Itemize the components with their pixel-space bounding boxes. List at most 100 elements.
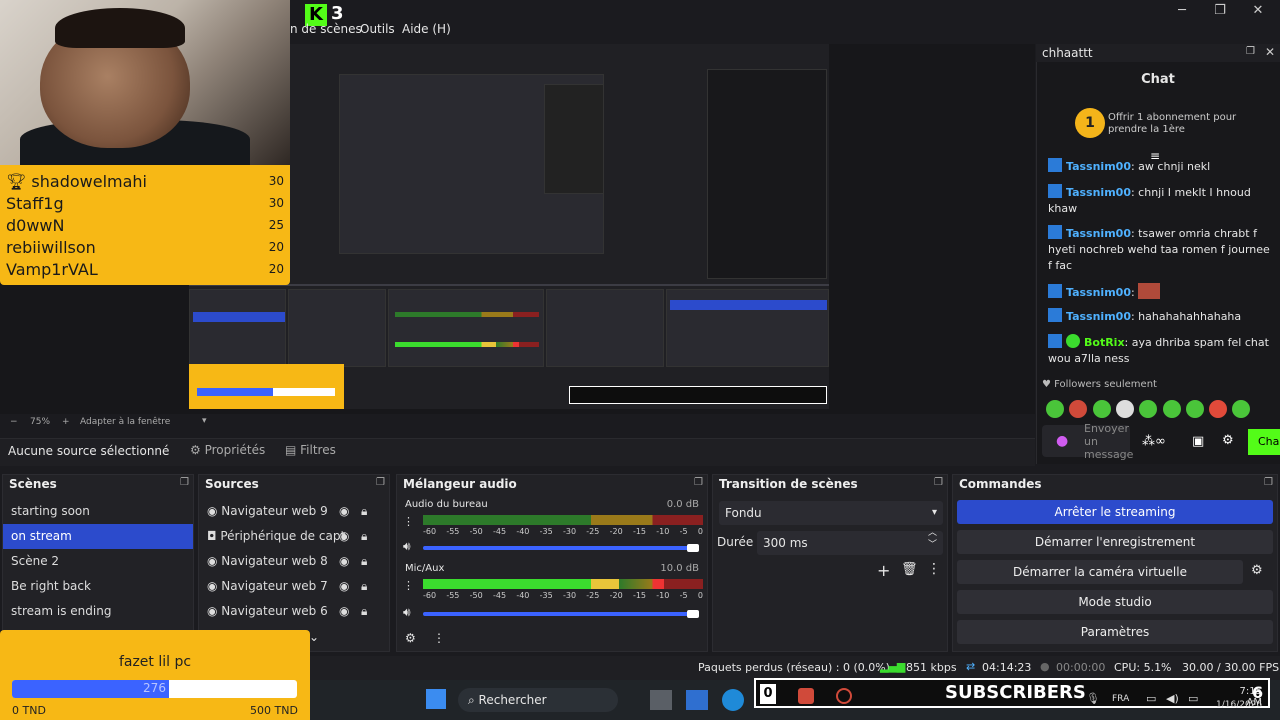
properties-button[interactable]: ⚙ Propriétés — [190, 443, 265, 457]
chat-close-icon[interactable]: ✕ — [1265, 45, 1275, 59]
link-icon[interactable]: ⚙ — [405, 631, 416, 645]
emote-icon[interactable] — [1209, 400, 1227, 418]
emote-icon[interactable] — [1139, 400, 1157, 418]
eye-icon[interactable]: ◉ — [339, 599, 349, 624]
taskbar-search[interactable]: ⌕ Rechercher — [458, 688, 618, 712]
emote-icon[interactable] — [1069, 400, 1087, 418]
obs-icon[interactable] — [836, 688, 852, 704]
add-icon[interactable]: + — [877, 561, 890, 580]
emote-icon[interactable] — [1232, 400, 1250, 418]
logo-number: 3 — [331, 3, 344, 24]
settings-button[interactable]: Paramètres — [957, 620, 1273, 644]
volume-tray-icon[interactable]: ◀) — [1166, 692, 1179, 705]
maximize-icon[interactable]: ❐ — [1210, 3, 1230, 18]
start-recording-button[interactable]: Démarrer l'enregistrement — [957, 530, 1273, 554]
lock-icon[interactable]: 🔒︎ — [361, 599, 367, 624]
lock-icon[interactable]: 🔒︎ — [361, 499, 367, 524]
eye-icon[interactable]: ◉ — [339, 574, 349, 599]
undock-icon[interactable]: ❐ — [934, 477, 943, 488]
emote-icon[interactable] — [1116, 400, 1134, 418]
zoom-in-icon[interactable]: + — [62, 417, 70, 427]
kebab-menu-icon[interactable]: ⋮ — [403, 579, 414, 592]
battery-icon[interactable]: ▭ — [1188, 692, 1198, 705]
stop-streaming-button[interactable]: Arrêter le streaming — [957, 500, 1273, 524]
minimize-icon[interactable]: ─ — [1172, 3, 1192, 18]
brave-icon[interactable] — [798, 688, 814, 704]
app-icon[interactable] — [686, 690, 708, 710]
fit-window-option[interactable]: Adapter à la fenêtre — [80, 417, 170, 427]
zoom-level[interactable]: 75% — [30, 417, 50, 427]
studio-mode-button[interactable]: Mode studio — [957, 590, 1273, 614]
close-icon[interactable]: ✕ — [1248, 3, 1268, 18]
lock-icon[interactable]: 🔒︎ — [361, 549, 367, 574]
scene-item[interactable]: Scène 2 — [3, 549, 193, 574]
scene-item[interactable]: stream is ending — [3, 599, 193, 624]
emote-icon[interactable] — [1093, 400, 1111, 418]
scene-item[interactable]: starting soon — [3, 499, 193, 524]
virtual-camera-button[interactable]: Démarrer la caméra virtuelle — [957, 560, 1243, 584]
eye-icon[interactable]: ◉ — [339, 549, 349, 574]
windows-start-icon[interactable] — [426, 689, 446, 709]
eye-icon[interactable]: ◉ — [339, 524, 349, 549]
lock-icon[interactable]: 🔒︎ — [361, 524, 367, 549]
gift-sub-icon[interactable]: 1 — [1075, 108, 1105, 138]
scene-item-selected[interactable]: on stream — [3, 524, 193, 549]
menu-tools[interactable]: Outils — [360, 22, 395, 36]
network-icon[interactable]: ▭ — [1146, 692, 1156, 705]
stepper-icon[interactable]: ︿ ﹀ — [928, 527, 937, 551]
search-icon: ⌕ — [468, 693, 479, 707]
volume-knob[interactable] — [687, 544, 699, 552]
db-scale: -60 -55 -50 -45 -40 -35 -30 -25 -20 -15 -10 -5 0 — [423, 591, 703, 600]
menu-help[interactable]: Aide (H) — [402, 22, 451, 36]
speaker-icon[interactable]: 🔊︎ — [403, 605, 411, 620]
kebab-menu-icon[interactable]: ⋮ — [927, 561, 941, 577]
emote-icon[interactable] — [1046, 400, 1064, 418]
volume-slider[interactable] — [423, 612, 691, 616]
mic-tray-icon[interactable]: 🎙︎ — [1086, 692, 1100, 705]
kebab-menu-icon[interactable]: ⋮ — [403, 515, 414, 528]
filters-button[interactable]: ▤ Filtres — [285, 443, 336, 457]
transition-select[interactable]: Fondu ▾ — [719, 501, 943, 525]
undock-icon[interactable]: ❐ — [1264, 477, 1273, 488]
source-item[interactable]: ◉ Navigateur web 9 ◉ 🔒︎ — [199, 499, 389, 524]
source-item[interactable]: ◉ Navigateur web 6 ◉ 🔒︎ — [199, 599, 389, 624]
chat-message: BotRix: aya dhriba spam fel chat wou a7l… — [1048, 334, 1269, 365]
chevron-down-icon[interactable]: ▾ — [202, 416, 207, 426]
undock-icon[interactable]: ❐ — [376, 477, 385, 488]
undock-icon[interactable]: ❐ — [694, 477, 703, 488]
duration-input[interactable]: 300 ms ︿ ﹀ — [757, 528, 943, 555]
store-icon[interactable]: ▣ — [1192, 434, 1204, 449]
emote-icon[interactable] — [1163, 400, 1181, 418]
undock-icon[interactable]: ❐ — [1246, 46, 1255, 57]
source-item[interactable]: ◉ Navigateur web 7 ◉ 🔒︎ — [199, 574, 389, 599]
lock-icon[interactable]: 🔒︎ — [361, 574, 367, 599]
eye-icon[interactable]: ◉ — [339, 499, 349, 524]
scene-item[interactable]: Be right back — [3, 574, 193, 599]
source-item[interactable]: ◉ Navigateur web 8 ◉ 🔒︎ — [199, 549, 389, 574]
chevron-down-icon[interactable]: ▾ — [932, 501, 937, 525]
microphone-icon[interactable]: ● — [1056, 433, 1068, 449]
menu-scene-collection[interactable]: n de scènes — [290, 22, 362, 36]
undock-icon[interactable]: ❐ — [180, 477, 189, 488]
language-indicator[interactable]: FRA — [1112, 694, 1129, 704]
leaderboard-points: 25 — [268, 218, 284, 232]
verified-badge-icon — [1048, 308, 1062, 322]
chat-input[interactable]: ● Envoyer un message — [1042, 422, 1133, 461]
chevron-down-icon[interactable]: ⌄ — [309, 630, 319, 644]
volume-knob[interactable] — [687, 610, 699, 618]
gift-sub-text[interactable]: Offrir 1 abonnement pour prendre la 1ère — [1108, 112, 1268, 136]
zoom-out-icon[interactable]: − — [10, 417, 18, 427]
task-view-icon[interactable] — [650, 690, 672, 710]
source-item[interactable]: ◘ Périphérique de capt ◉ 🔒︎ — [199, 524, 389, 549]
emote-icon[interactable] — [1186, 400, 1204, 418]
speaker-icon[interactable]: 🔊︎ — [403, 539, 411, 554]
subscriber-count-prefix: 0 — [760, 684, 776, 704]
settings-icon[interactable]: ⚙ — [1222, 433, 1234, 448]
users-icon[interactable]: ⁂∞ — [1142, 434, 1166, 449]
chat-send-button[interactable]: Cha — [1248, 429, 1280, 455]
volume-slider[interactable] — [423, 546, 691, 550]
kebab-menu-icon[interactable]: ⋮ — [433, 631, 445, 645]
trash-icon[interactable]: 🗑︎ — [901, 562, 918, 577]
edge-icon[interactable] — [722, 689, 744, 711]
gear-icon[interactable]: ⚙ — [1251, 563, 1263, 578]
